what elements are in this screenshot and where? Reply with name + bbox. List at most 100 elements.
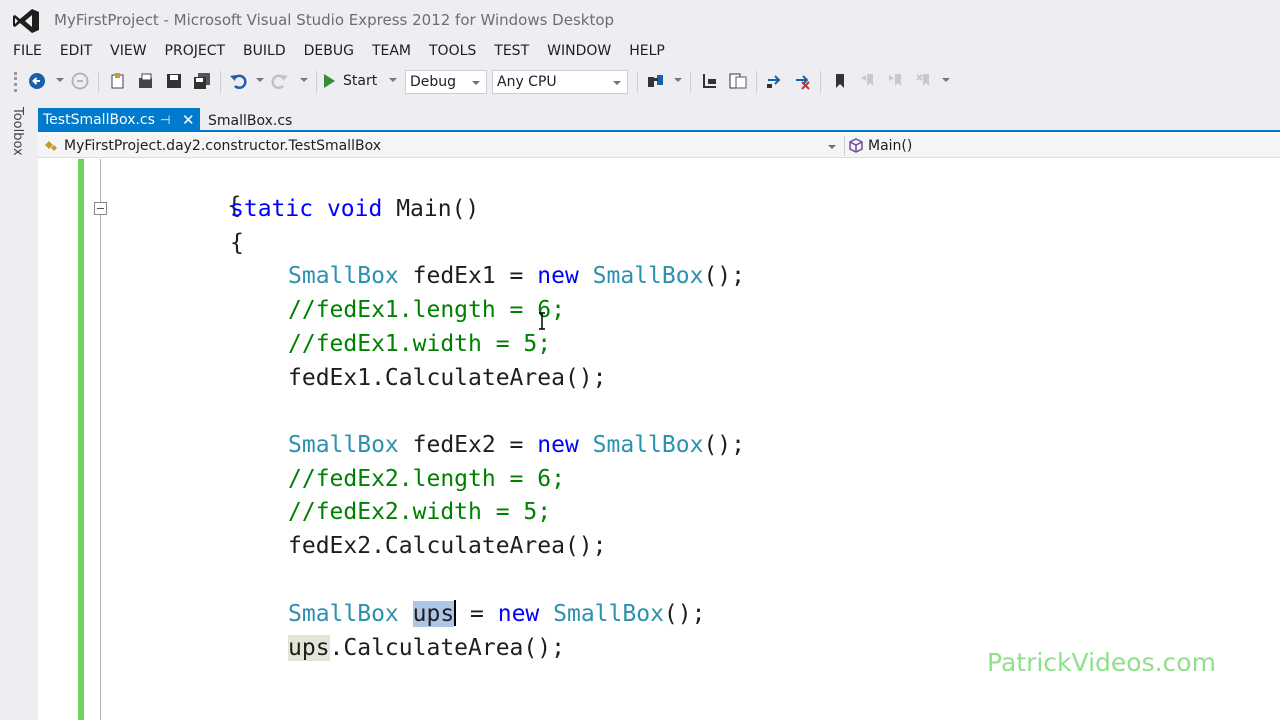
forward-arrow-icon <box>71 72 89 90</box>
save-button[interactable] <box>162 70 186 92</box>
code-line: SmallBox fedEx2 = new SmallBox(); <box>288 432 745 458</box>
play-icon <box>324 74 335 88</box>
step-over-button[interactable] <box>790 70 814 92</box>
tab-label: SmallBox.cs <box>208 113 293 129</box>
toggle-bookmark-button[interactable] <box>828 70 852 92</box>
code-line: ups.CalculateArea(); <box>288 635 565 661</box>
code-line: fedEx2.CalculateArea(); <box>288 533 607 559</box>
redo-icon <box>271 74 288 90</box>
platform-value: Any CPU <box>497 74 557 90</box>
change-tracking-bar <box>78 159 84 720</box>
previous-bookmark-button[interactable] <box>856 70 880 92</box>
redo-dropdown-arrow[interactable] <box>300 76 308 84</box>
menu-build[interactable]: BUILD <box>234 40 295 62</box>
back-dropdown-arrow[interactable] <box>56 76 64 84</box>
chevron-down-icon <box>828 145 836 149</box>
hierarchy-icon <box>703 74 716 88</box>
bookmark-next-icon <box>889 74 901 86</box>
redo-button[interactable] <box>268 70 292 92</box>
step-arrow-icon <box>767 75 781 88</box>
toolbar-separator <box>690 71 691 93</box>
code-comment: //fedEx1.length = 6; <box>288 297 565 323</box>
tab-smallbox-cs[interactable]: SmallBox.cs <box>208 111 292 131</box>
menu-tools[interactable]: TOOLS <box>420 40 485 62</box>
start-debugging-button[interactable]: Start <box>324 70 377 92</box>
toolbar-overflow-arrow[interactable] <box>942 76 950 84</box>
solution-configuration-dropdown[interactable]: Debug <box>405 70 487 94</box>
title-bar: MyFirstProject - Microsoft Visual Studio… <box>0 0 1280 40</box>
menu-help[interactable]: HELP <box>620 40 674 62</box>
toolbar-separator <box>756 71 757 93</box>
method-icon <box>849 138 863 153</box>
menu-window[interactable]: WINDOW <box>538 40 620 62</box>
menu-team[interactable]: TEAM <box>363 40 420 62</box>
menu-project[interactable]: PROJECT <box>156 40 235 62</box>
menu-test[interactable]: TEST <box>485 40 538 62</box>
selected-identifier: ups <box>412 601 455 627</box>
toolbar-separator <box>316 71 317 93</box>
undo-dropdown-arrow[interactable] <box>256 76 264 84</box>
menu-file[interactable]: FILE <box>4 40 51 62</box>
code-comment: //fedEx1.width = 5; <box>288 331 552 357</box>
toolbar-grip[interactable] <box>14 72 17 92</box>
properties-button[interactable] <box>726 70 750 92</box>
bookmark-prev-icon <box>861 74 873 86</box>
step-into-button[interactable] <box>762 70 786 92</box>
member-name: Main() <box>868 138 913 154</box>
toolbox-tab[interactable]: Toolbox <box>10 107 25 156</box>
navigate-forward-button[interactable] <box>68 70 92 92</box>
save-icon <box>167 74 181 88</box>
toolbox-strip <box>0 102 38 720</box>
pin-icon[interactable]: ⊣ <box>160 108 170 132</box>
standard-toolbar: Start Debug Any CPU <box>0 62 1280 102</box>
types-dropdown[interactable]: MyFirstProject.day2.constructor.TestSmal… <box>38 135 842 157</box>
outline-guide <box>100 159 101 720</box>
code-line: fedEx1.CalculateArea(); <box>288 365 607 391</box>
find-in-files-button[interactable] <box>644 70 668 92</box>
open-file-button[interactable] <box>134 70 158 92</box>
class-icon <box>45 141 57 151</box>
save-all-icon <box>194 73 210 89</box>
tab-label: TestSmallBox.cs <box>43 112 155 128</box>
toolbar-separator <box>98 71 99 93</box>
members-dropdown[interactable]: Main() <box>848 135 912 157</box>
code-comment: //fedEx2.length = 6; <box>288 466 565 492</box>
navigate-back-button[interactable] <box>25 70 49 92</box>
tab-testsmallbox-cs[interactable]: TestSmallBox.cs ⊣ ✕ <box>38 108 200 132</box>
window-title: MyFirstProject - Microsoft Visual Studio… <box>54 11 615 29</box>
configuration-value: Debug <box>410 74 457 90</box>
ibeam-cursor-icon <box>539 312 545 330</box>
undo-icon <box>230 74 247 90</box>
collapse-icon[interactable] <box>94 202 107 215</box>
menu-debug[interactable]: DEBUG <box>295 40 363 62</box>
step-x-icon <box>796 75 810 90</box>
save-all-button[interactable] <box>190 70 214 92</box>
menu-bar: FILE EDIT VIEW PROJECT BUILD DEBUG TEAM … <box>0 40 1280 62</box>
solution-platform-dropdown[interactable]: Any CPU <box>492 70 628 94</box>
code-comment: //fedEx2.width = 5; <box>288 499 552 525</box>
navbar-divider <box>844 136 845 156</box>
new-project-icon <box>111 73 124 89</box>
class-path: MyFirstProject.day2.constructor.TestSmal… <box>64 138 381 154</box>
toolbar-separator <box>220 71 221 93</box>
new-project-button[interactable] <box>106 70 130 92</box>
menu-edit[interactable]: EDIT <box>51 40 101 62</box>
watermark: PatrickVideos.com <box>987 648 1216 677</box>
open-file-icon <box>139 73 152 88</box>
start-dropdown-arrow[interactable] <box>389 76 397 84</box>
clear-bookmarks-button[interactable] <box>912 70 936 92</box>
chevron-down-icon <box>472 81 480 85</box>
toolbar-separator <box>820 71 821 93</box>
bookmark-clear-icon <box>916 74 929 86</box>
toolbar-separator <box>637 71 638 93</box>
editor-gutter <box>38 159 76 720</box>
binoculars-icon <box>648 75 663 87</box>
menu-view[interactable]: VIEW <box>101 40 155 62</box>
undo-button[interactable] <box>226 70 250 92</box>
next-bookmark-button[interactable] <box>884 70 908 92</box>
code-editor[interactable]: { static void Main() { SmallBox fedEx1 =… <box>38 159 1280 720</box>
toolbar-overflow-arrow[interactable] <box>674 76 682 84</box>
bookmark-icon <box>836 74 844 88</box>
close-icon[interactable]: ✕ <box>182 108 195 132</box>
solution-explorer-button[interactable] <box>698 70 722 92</box>
